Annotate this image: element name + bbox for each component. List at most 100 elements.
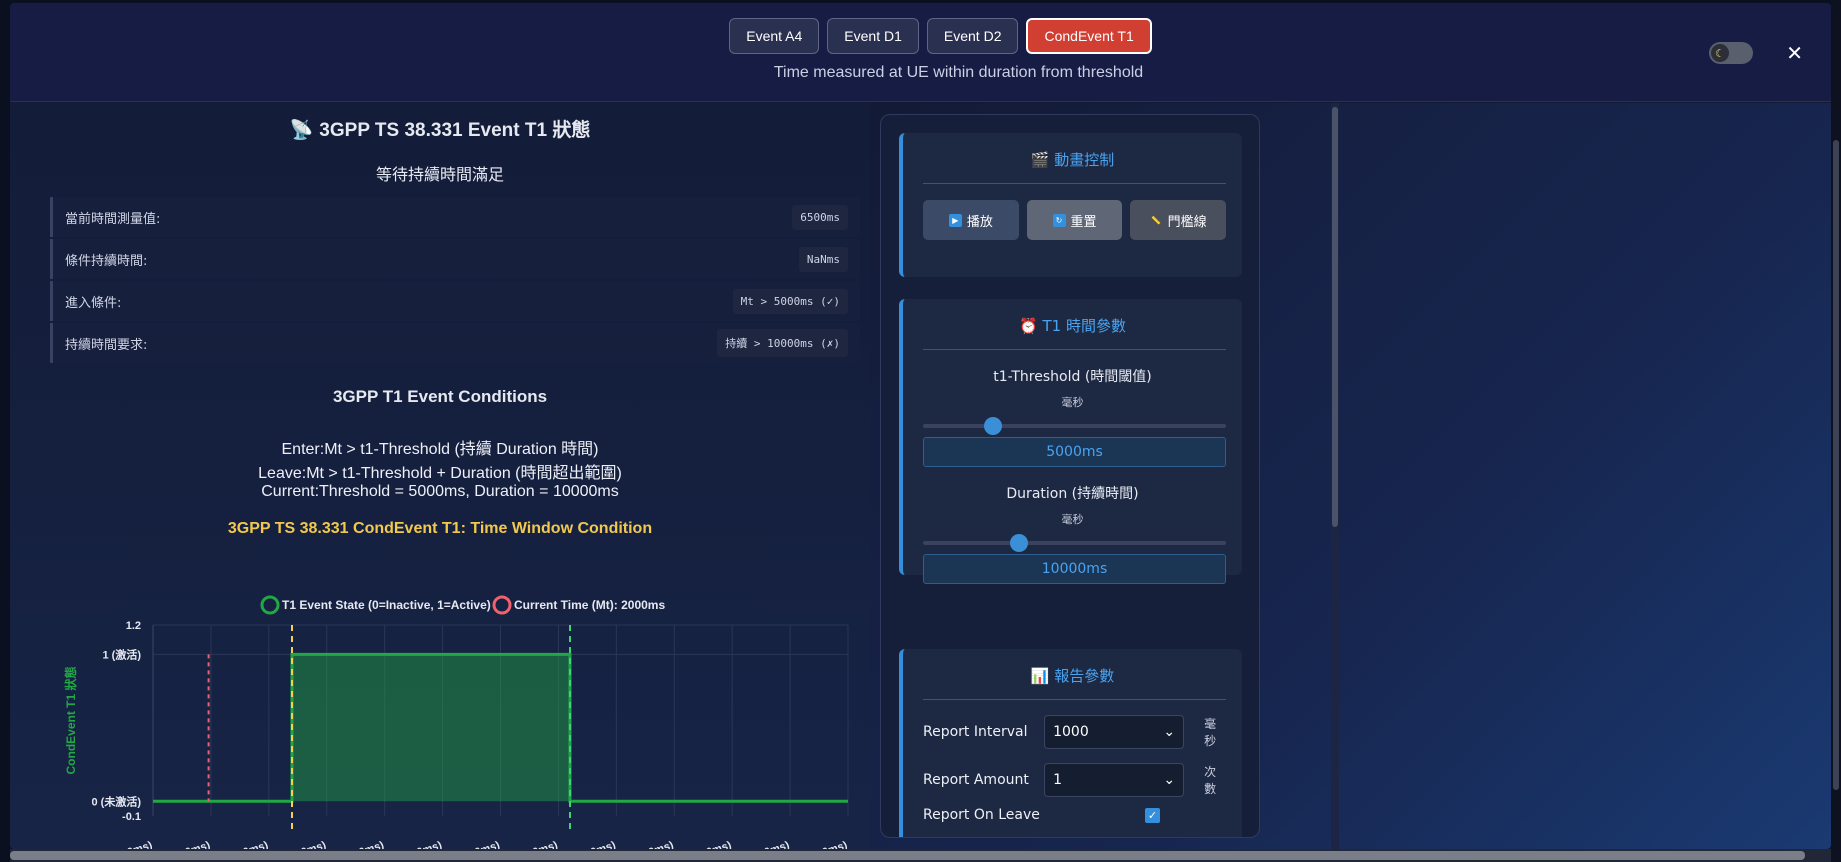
info-row: 持續時間要求: 持續 > 10000ms (✗) [50, 323, 860, 363]
t1-params-header: ⏰ T1 時間參數 [903, 299, 1242, 350]
threshold-value: 5000ms [923, 437, 1226, 467]
animation-control-card: 🎬 動畫控制 ▶ 播放 ↻ 重置 📏 門檻線 [899, 133, 1242, 277]
x-tick-label: 000ms) [462, 839, 502, 849]
threshold-label: t1-Threshold (時間閾值) [993, 369, 1152, 385]
tab-event-d1[interactable]: Event D1 [827, 18, 919, 54]
info-row: 條件持續時間: NaNms [50, 239, 860, 279]
chevron-down-icon: ⌄ [1163, 772, 1176, 788]
legend-swatch [260, 595, 280, 615]
report-interval-value: 1000 [1053, 724, 1089, 740]
report-amount-select[interactable]: 1 ⌄ [1044, 763, 1185, 797]
x-tick-label: 000ms) [693, 839, 733, 849]
x-tick-label: 0ms) [126, 839, 154, 849]
panel-scrollbar[interactable] [1331, 103, 1339, 849]
info-label: 進入條件: [65, 295, 122, 311]
x-tick-label: 000ms) [635, 839, 675, 849]
info-value: 持續 > 10000ms (✗) [717, 329, 848, 357]
report-on-leave-checkbox[interactable]: ✓ [1145, 807, 1160, 823]
event-tabs: Event A4 Event D1 Event D2 CondEvent T1 [10, 18, 1831, 54]
header-bar: Event A4 Event D1 Event D2 CondEvent T1 … [10, 3, 1831, 102]
state-area [153, 654, 848, 802]
t1-params-title: T1 時間參數 [1042, 317, 1126, 335]
reset-icon: ↻ [1052, 213, 1066, 227]
legend-label: Current Time (Mt): 2000ms [514, 598, 665, 612]
current-parameters: Current:Threshold = 5000ms, Duration = 1… [261, 483, 619, 500]
x-tick-label: 000ms) [288, 839, 328, 849]
y-tick-label: -0.1 [122, 811, 141, 823]
info-list: 當前時間測量值: 6500ms 條件持續時間: NaNms 進入條件: Mt > 50… [50, 197, 860, 365]
play-label: 播放 [966, 214, 993, 230]
divider [923, 183, 1226, 184]
x-tick-label: 000ms) [404, 839, 444, 849]
event-subtitle: Time measured at UE within duration from… [773, 64, 1144, 81]
x-tick-label: 000ms) [809, 839, 849, 849]
info-label: 條件持續時間: [65, 253, 148, 269]
satellite-icon: 📡 [289, 120, 314, 141]
threshold-line-label: 門檻線 [1167, 214, 1207, 230]
tab-event-a4[interactable]: Event A4 [729, 18, 820, 54]
report-amount-value: 1 [1053, 772, 1063, 788]
leave-condition: Leave:Mt > t1-Threshold + Duration (時間超出… [258, 465, 622, 482]
chevron-down-icon: ⌄ [1163, 724, 1176, 740]
horizontal-scrollbar[interactable] [10, 849, 1831, 862]
page-scrollbar-thumb[interactable] [1833, 140, 1839, 790]
bar-chart-icon: 📊 [1030, 667, 1055, 685]
duration-label: Duration (持續時間) [1006, 486, 1139, 502]
report-interval-select[interactable]: 1000 ⌄ [1044, 715, 1185, 749]
tab-condevent-t1[interactable]: CondEvent T1 [1026, 18, 1152, 54]
controls-panel: 🎬 動畫控制 ▶ 播放 ↻ 重置 📏 門檻線 ⏰ T1 時間參數 t1-Thresho… [880, 114, 1260, 838]
report-on-leave-row: Report On Leave ✓ [923, 800, 1226, 830]
play-button[interactable]: ▶ 播放 [923, 200, 1019, 240]
duration-value: 10000ms [923, 554, 1226, 584]
duration-slider[interactable] [923, 534, 1226, 552]
x-tick-label: 000ms) [520, 839, 560, 849]
event-status: 等待持續時間滿足 [375, 165, 504, 184]
info-label: 持續時間要求: [65, 337, 148, 353]
moon-icon: ☾ [1711, 44, 1729, 62]
y-axis-label: CondEvent T1 狀態 [63, 666, 78, 774]
reset-label: 重置 [1070, 214, 1097, 230]
report-interval-row: Report Interval 1000 ⌄ 毫秒 [923, 712, 1226, 752]
threshold-unit: 毫秒 [1061, 396, 1084, 409]
panel-scrollbar-thumb[interactable] [1332, 107, 1338, 527]
duration-slider-thumb[interactable] [1009, 534, 1028, 552]
close-icon[interactable]: ✕ [1786, 41, 1803, 65]
clapper-icon: 🎬 [1030, 151, 1055, 169]
report-params-card: 📊 報告參數 Report Interval 1000 ⌄ 毫秒 Report A… [899, 649, 1242, 837]
threshold-slider[interactable] [923, 417, 1226, 435]
info-value: Mt > 5000ms (✓) [732, 288, 848, 314]
report-on-leave-label: Report On Leave [923, 807, 1040, 823]
t1-state-chart: T1 Event State (0=Inactive, 1=Active) Cur… [63, 595, 849, 849]
report-amount-unit: 次數 [1204, 765, 1217, 796]
theme-toggle[interactable]: ☾ [1709, 42, 1753, 64]
report-params-header: 📊 報告參數 [903, 649, 1242, 700]
info-row: 當前時間測量值: 6500ms [50, 197, 860, 237]
animation-control-header: 🎬 動畫控制 [903, 133, 1242, 184]
animation-control-title: 動畫控制 [1054, 151, 1115, 169]
info-value: 6500ms [792, 204, 848, 230]
y-tick-label: 0 (未激活) [92, 794, 142, 808]
panel-title: 📡 3GPP TS 38.331 Event T1 狀態 [10, 115, 870, 142]
y-tick-label: 1 (激活) [103, 647, 142, 661]
status-panel: 📡 3GPP TS 38.331 Event T1 狀態 等待持續時間滿足 當前時… [10, 103, 870, 849]
conditions-title: 3GPP T1 Event Conditions [332, 387, 548, 406]
event-modal: Event A4 Event D1 Event D2 CondEvent T1 … [10, 3, 1831, 849]
x-tick-label: 000ms) [751, 839, 791, 849]
report-amount-label: Report Amount [923, 772, 1029, 788]
divider [923, 699, 1226, 700]
tab-event-d2[interactable]: Event D2 [926, 18, 1019, 54]
report-interval-label: Report Interval [923, 724, 1028, 740]
threshold-line-button[interactable]: 📏 門檻線 [1130, 200, 1227, 240]
horizontal-scrollbar-thumb[interactable] [10, 851, 1805, 860]
animation-buttons: ▶ 播放 ↻ 重置 📏 門檻線 [903, 184, 1242, 240]
alarm-clock-icon: ⏰ [1019, 317, 1043, 335]
reset-button[interactable]: ↻ 重置 [1026, 200, 1123, 240]
x-tick-label: 000ms) [346, 839, 386, 849]
legend-swatch [492, 595, 512, 615]
ruler-icon: 📏 [1151, 215, 1162, 225]
t1-params-card: ⏰ T1 時間參數 t1-Threshold (時間閾值) 毫秒 5000ms … [899, 299, 1242, 584]
x-tick-label: 000ms) [172, 839, 212, 849]
x-tick-label: 000ms) [230, 839, 270, 849]
page-scrollbar[interactable] [1831, 0, 1841, 862]
threshold-slider-thumb[interactable] [984, 417, 1003, 435]
